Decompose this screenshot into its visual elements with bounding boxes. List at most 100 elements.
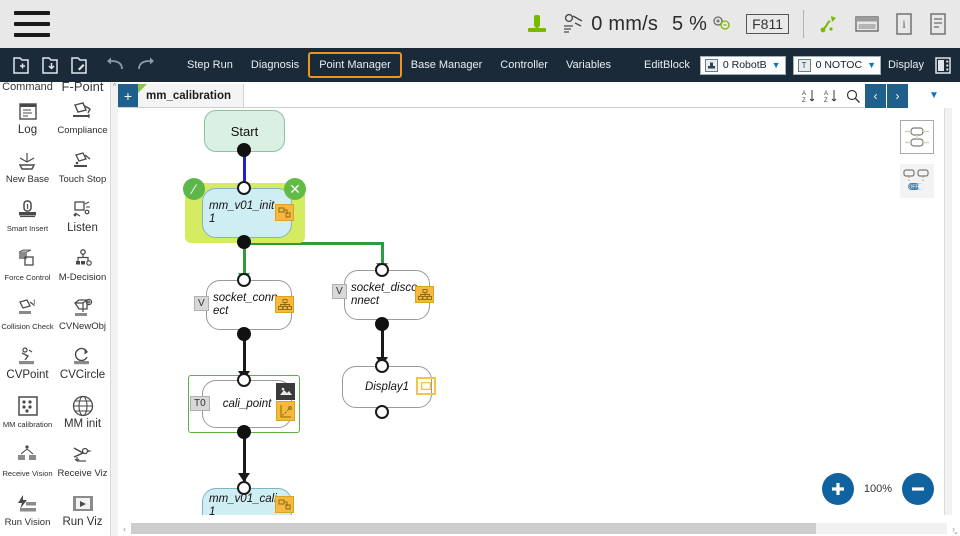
node-input-port[interactable] — [237, 273, 251, 287]
sidebar-item-run-viz[interactable]: Run Viz — [55, 488, 110, 536]
menu-item-diagnosis[interactable]: Diagnosis — [242, 54, 308, 76]
node-input-port[interactable] — [375, 359, 389, 373]
menu-item-controller[interactable]: Controller — [491, 54, 557, 76]
canvas-vertical-scrollbar[interactable] — [944, 108, 952, 515]
scrollbar-track[interactable] — [131, 523, 947, 534]
editor-tab-bar: + mm_calibration AZ AZ ‹ › ▼ — [118, 83, 960, 108]
log-icon — [930, 13, 946, 35]
menu-item-point-manager[interactable]: Point Manager — [308, 52, 402, 78]
mm-node-icon[interactable] — [275, 204, 294, 221]
sidebar-item-listen[interactable]: Listen — [55, 194, 110, 243]
sidebar-item-label: Log — [17, 124, 38, 136]
scroll-up-arrow[interactable]: ^ — [111, 82, 118, 91]
override-value: 5 % — [672, 12, 708, 35]
sidebar-item-cvnewobj[interactable]: CVNewObj — [55, 292, 110, 341]
sidebar-item-receive-viz[interactable]: Receive Viz — [55, 439, 110, 488]
tab-mm-calibration[interactable]: mm_calibration — [138, 84, 244, 107]
frame-indicator[interactable]: F811 — [746, 13, 789, 35]
node-input-port[interactable] — [237, 373, 251, 387]
compliance-icon — [71, 99, 95, 124]
command-sidebar[interactable]: Command F-Point Log Compliance New Base … — [0, 82, 110, 536]
node-output-port[interactable] — [237, 143, 251, 157]
sidebar-item-mm-init[interactable]: MM init — [55, 390, 110, 439]
next-tab-button[interactable]: › — [886, 83, 908, 108]
flowchart-canvas[interactable]: Start mm_v01_init 1 ∕ ✕ socket_conn ect … — [118, 108, 952, 515]
robot-jog-indicator[interactable] — [526, 12, 548, 36]
connection-toggle-icon[interactable]: OFF — [900, 164, 934, 198]
sidebar-item-receive-vision[interactable]: Receive Vision — [0, 439, 55, 488]
waypoint-image-icon[interactable] — [276, 383, 295, 400]
panel-layout-icon[interactable] — [934, 55, 952, 75]
node-output-port[interactable] — [375, 317, 389, 331]
sidebar-item-cvcircle[interactable]: CVCircle — [55, 341, 110, 390]
node-output-port[interactable] — [375, 405, 389, 419]
sidebar-item-force-control[interactable]: Force Control — [0, 243, 55, 292]
sort-za-icon[interactable]: AZ — [820, 84, 842, 108]
status-divider — [803, 10, 804, 38]
display-button[interactable]: Display — [888, 59, 924, 71]
menu-item-variables[interactable]: Variables — [557, 54, 620, 76]
node-output-port[interactable] — [237, 327, 251, 341]
node-edit-button[interactable]: ∕ — [183, 178, 205, 200]
scroll-down-arrow[interactable]: ⌄ — [953, 527, 960, 536]
menu-item-step-run[interactable]: Step Run — [178, 54, 242, 76]
keyboard-button[interactable] — [854, 13, 880, 35]
chevron-down-icon: ▼ — [771, 60, 781, 70]
chevron-down-icon: ▼ — [867, 60, 876, 70]
zoom-out-button[interactable] — [902, 473, 934, 505]
robot-base-icon — [704, 58, 718, 72]
node-output-port[interactable] — [237, 235, 251, 249]
speed-indicator[interactable]: 0 mm/s — [562, 13, 658, 36]
node-output-port[interactable] — [237, 425, 251, 439]
align-nodes-icon[interactable] — [900, 120, 934, 154]
edit-file-icon[interactable] — [66, 52, 92, 78]
node-delete-button[interactable]: ✕ — [284, 178, 306, 200]
cv-circle-icon — [71, 344, 95, 369]
sidebar-item-touch-stop[interactable]: Touch Stop — [55, 145, 110, 194]
sort-az-icon[interactable]: AZ — [798, 84, 820, 108]
new-file-icon[interactable] — [8, 52, 34, 78]
node-input-port[interactable] — [237, 181, 251, 195]
canvas-tool-panel: OFF — [900, 120, 934, 208]
override-indicator[interactable]: 5 % — [672, 13, 732, 36]
node-input-port[interactable] — [375, 263, 389, 277]
touch-stop-icon — [71, 148, 95, 173]
tool-select[interactable]: T 0 NOTOC ▼ — [792, 55, 881, 75]
add-tab-button[interactable]: + — [118, 84, 138, 107]
sidebar-item-m-decision[interactable]: M-Decision — [55, 243, 110, 292]
redo-icon[interactable] — [132, 52, 158, 78]
sidebar-item-log[interactable]: Log — [0, 96, 55, 145]
robot-base-select[interactable]: 0 RobotB ▼ — [699, 55, 786, 75]
sidebar-item-new-base[interactable]: New Base — [0, 145, 55, 194]
canvas-scroll-arrows[interactable]: ⌄ — [952, 496, 960, 536]
sidebar-item-label: Receive Viz — [57, 468, 108, 479]
display-frame-icon[interactable] — [416, 377, 436, 395]
sidebar-item-label: New Base — [5, 174, 50, 185]
log-button[interactable] — [928, 12, 948, 36]
info-button[interactable]: i — [894, 12, 914, 36]
search-zoom-icon[interactable] — [842, 84, 864, 108]
open-file-icon[interactable] — [37, 52, 63, 78]
hamburger-menu-icon[interactable] — [14, 11, 50, 37]
undo-icon[interactable] — [103, 52, 129, 78]
scroll-left-arrow[interactable]: ‹ — [118, 524, 131, 534]
scrollbar-thumb[interactable] — [131, 523, 817, 534]
sidebar-item-compliance[interactable]: Compliance — [55, 96, 110, 145]
sidebar-scrollbar[interactable]: ^ — [110, 82, 118, 536]
menu-item-base-manager[interactable]: Base Manager — [402, 54, 492, 76]
sidebar-item-run-vision[interactable]: Run Vision — [0, 488, 55, 536]
sidebar-item-smart-insert[interactable]: Smart Insert — [0, 194, 55, 243]
sidebar-item-collision-check[interactable]: ! Collision Check — [0, 292, 55, 341]
tab-dropdown-button[interactable]: ▼ — [908, 83, 960, 108]
sidebar-item-mm-calibration[interactable]: MM calibration — [0, 390, 55, 439]
tree-hierarchy-icon[interactable] — [415, 286, 434, 303]
tree-hierarchy-icon[interactable] — [275, 296, 294, 313]
canvas-horizontal-scrollbar[interactable]: ‹ › — [118, 521, 960, 536]
prev-tab-button[interactable]: ‹ — [864, 83, 886, 108]
tool-indicator[interactable] — [818, 13, 840, 35]
sidebar-item-cvpoint[interactable]: CVPoint — [0, 341, 55, 390]
node-input-port[interactable] — [237, 481, 251, 495]
waypoint-icon[interactable] — [276, 401, 295, 421]
zoom-in-button[interactable] — [821, 473, 854, 505]
mm-node-icon[interactable] — [275, 496, 294, 513]
